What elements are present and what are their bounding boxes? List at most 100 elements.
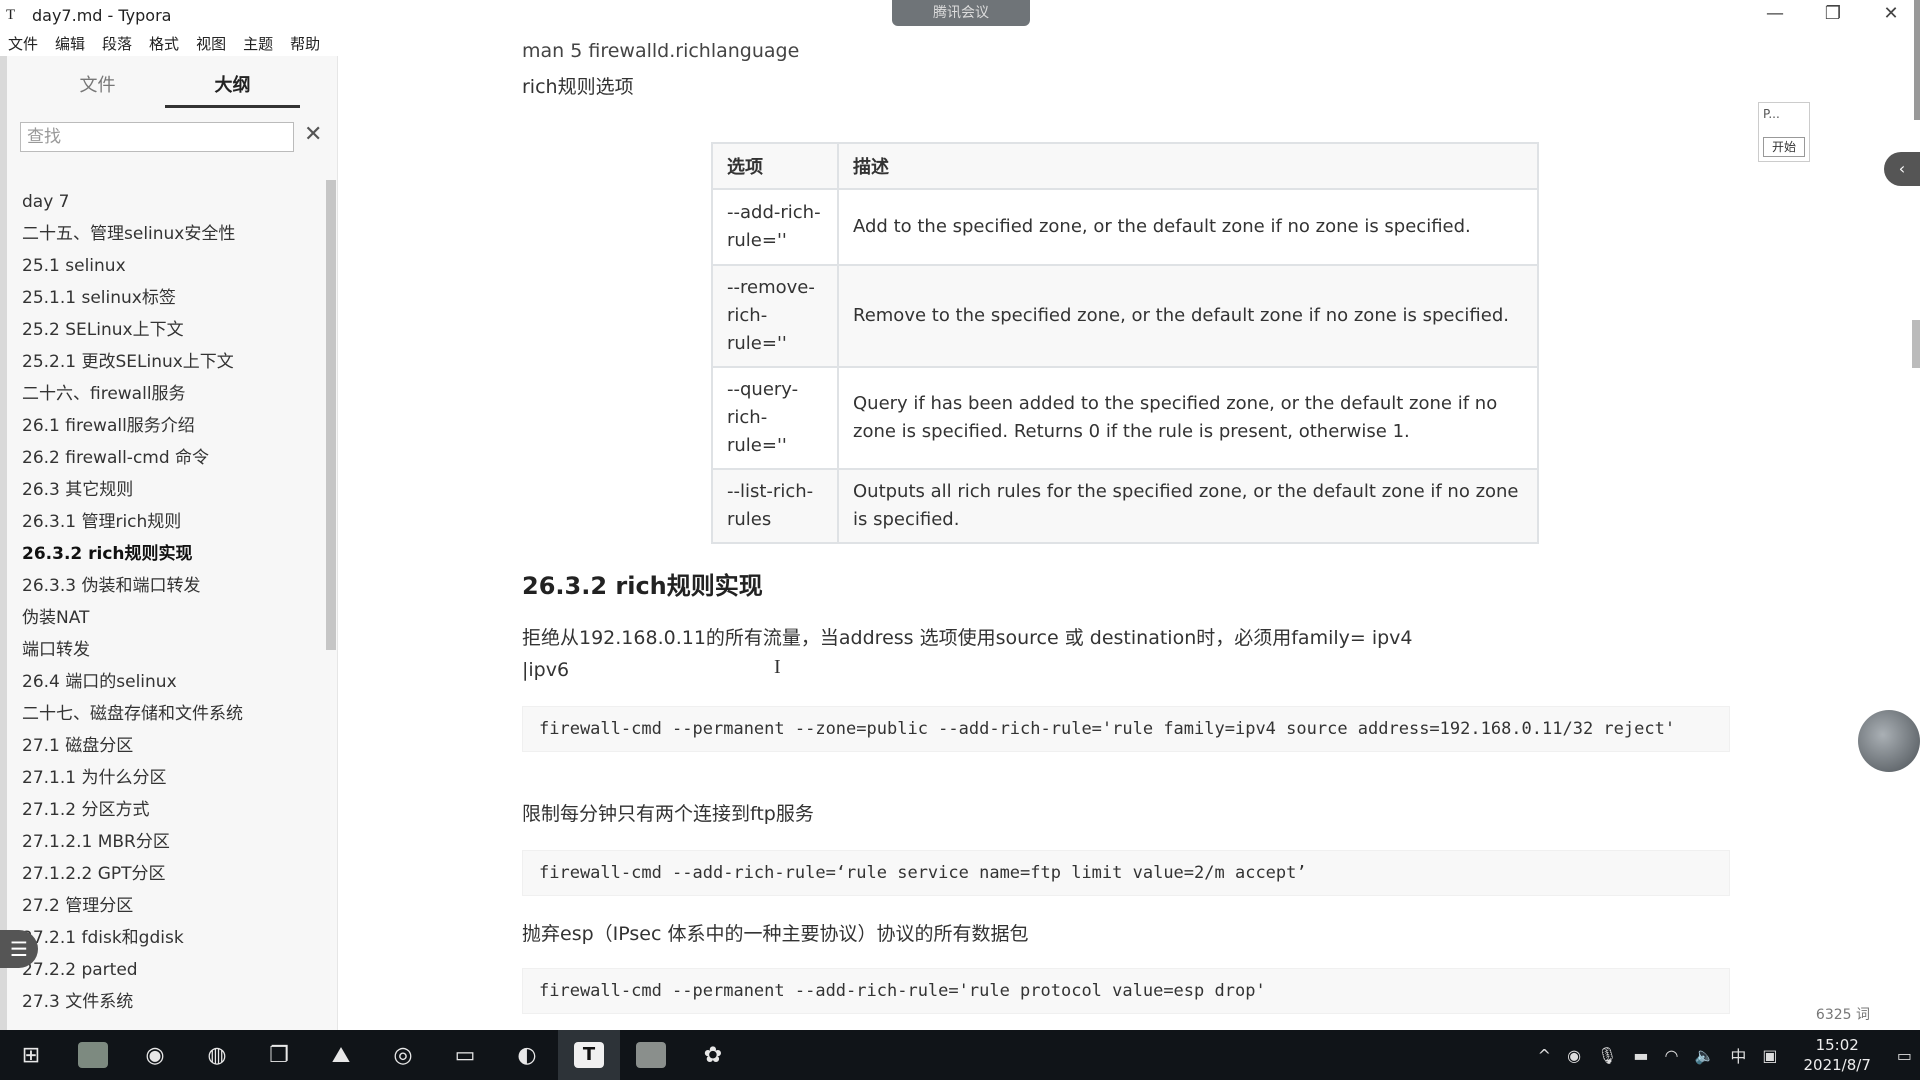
- window-title: day7.md - Typora: [32, 5, 172, 25]
- file-explorer-icon[interactable]: ▭: [434, 1030, 496, 1080]
- start-button[interactable]: 开始: [1763, 137, 1805, 157]
- word-count[interactable]: 6325 词: [1816, 1004, 1870, 1024]
- outline-item[interactable]: 27.2 管理分区: [22, 890, 322, 922]
- floating-widget[interactable]: P... 开始: [1758, 102, 1810, 162]
- menu-file[interactable]: 文件: [8, 33, 38, 54]
- avatar[interactable]: [1858, 710, 1920, 772]
- table-row: --list-rich-rules Outputs all rich rules…: [711, 468, 1539, 544]
- image-app-icon[interactable]: [620, 1030, 682, 1080]
- outline-item[interactable]: 27.1.2 分区方式: [22, 794, 322, 826]
- sidebar: 文件 大纲 查找 ✕ day 7 二十五、管理selinux安全性 25.1 sel…: [0, 56, 347, 1080]
- typora-icon[interactable]: T: [558, 1030, 620, 1080]
- close-icon[interactable]: ✕: [304, 122, 322, 147]
- menu-help[interactable]: 帮助: [290, 33, 320, 54]
- vm-icon[interactable]: ❐: [248, 1030, 310, 1080]
- photos-icon[interactable]: ⛰: [310, 1030, 372, 1080]
- outline-item[interactable]: 27.1.2.1 MBR分区: [22, 826, 322, 858]
- partial-text-line: man 5 firewalld.richlanguage: [522, 40, 800, 62]
- typora-app-icon: T: [6, 6, 16, 23]
- outline-item[interactable]: 端口转发: [22, 634, 322, 666]
- table-cell-description: Remove to the specified zone, or the def…: [837, 264, 1539, 368]
- app-tray-icon[interactable]: ▣: [1762, 1046, 1777, 1065]
- chrome-icon[interactable]: ◉: [124, 1030, 186, 1080]
- menu-bar: 文件 编辑 段落 格式 视图 主题 帮助: [0, 30, 329, 56]
- table-cell-description: Query if has been added to the specified…: [837, 366, 1539, 470]
- outline-item[interactable]: 二十六、firewall服务: [22, 378, 322, 410]
- outline-item[interactable]: 27.2.2 parted: [22, 954, 322, 986]
- outline-item[interactable]: day 7: [22, 186, 322, 218]
- meeting-icon[interactable]: ✿: [682, 1030, 744, 1080]
- edge-icon[interactable]: ◐: [496, 1030, 558, 1080]
- code-block-ftp-limit[interactable]: firewall-cmd --add-rich-rule=‘rule servi…: [522, 850, 1730, 896]
- outline-item[interactable]: 26.4 端口的selinux: [22, 666, 322, 698]
- volume-icon[interactable]: 🔈: [1694, 1046, 1714, 1065]
- outline-item[interactable]: 26.2 firewall-cmd 命令: [22, 442, 322, 474]
- outline-item[interactable]: 25.2 SELinux上下文: [22, 314, 322, 346]
- chevron-up-icon[interactable]: ^: [1538, 1046, 1551, 1065]
- outline-item[interactable]: 25.2.1 更改SELinux上下文: [22, 346, 322, 378]
- outline-item[interactable]: 25.1.1 selinux标签: [22, 282, 322, 314]
- text-cursor-icon: I: [774, 656, 781, 678]
- title-bar: T day7.md - Typora 腾讯会议 — ❐ ✕: [0, 0, 1920, 30]
- outline-item[interactable]: 27.3 文件系统: [22, 986, 322, 1018]
- rich-options-table: 选项 描述 --add-rich-rule='' Add to the spec…: [711, 142, 1539, 544]
- meeting-indicator[interactable]: 腾讯会议: [892, 0, 1030, 26]
- menu-theme[interactable]: 主题: [243, 33, 273, 54]
- minimize-button[interactable]: —: [1746, 0, 1804, 30]
- editor-scrollbar[interactable]: [1912, 320, 1920, 368]
- typora-window: T day7.md - Typora 腾讯会议 — ❐ ✕ 文件 编辑 段落 格…: [0, 0, 1920, 1080]
- outline-tree: day 7 二十五、管理selinux安全性 25.1 selinux 25.1.1 …: [22, 186, 322, 1018]
- input-method-label[interactable]: 中: [1730, 1043, 1746, 1067]
- clock[interactable]: 15:02 2021/8/7: [1804, 1035, 1871, 1075]
- menu-edit[interactable]: 编辑: [55, 33, 85, 54]
- paragraph-reject-line2: |ipv6: [522, 659, 570, 681]
- maximize-button[interactable]: ❐: [1804, 0, 1862, 30]
- menu-format[interactable]: 格式: [149, 33, 179, 54]
- table-cell-option: --remove-rich-rule='': [711, 264, 839, 368]
- outline-item[interactable]: 26.3.3 伪装和端口转发: [22, 570, 322, 602]
- sidebar-scrollbar[interactable]: [326, 180, 336, 650]
- menu-view[interactable]: 视图: [196, 33, 226, 54]
- menu-paragraph[interactable]: 段落: [102, 33, 132, 54]
- outline-item[interactable]: 26.3.2 rich规则实现: [22, 538, 322, 570]
- outline-item[interactable]: 25.1 selinux: [22, 250, 322, 282]
- battery-icon[interactable]: ▬: [1633, 1046, 1648, 1065]
- left-window-edge: [0, 56, 7, 1030]
- tab-files[interactable]: 文件: [30, 70, 165, 108]
- clock-date: 2021/8/7: [1803, 1056, 1871, 1074]
- table-header-description: 描述: [837, 142, 1539, 190]
- outline-item[interactable]: 二十五、管理selinux安全性: [22, 218, 322, 250]
- image-app-icon[interactable]: [62, 1030, 124, 1080]
- notification-icon[interactable]: ▭: [1897, 1046, 1912, 1065]
- table-cell-option: --query-rich-rule='': [711, 366, 839, 470]
- tab-outline[interactable]: 大纲: [165, 70, 300, 108]
- table-cell-option: --add-rich-rule='': [711, 188, 839, 266]
- code-block-reject[interactable]: firewall-cmd --permanent --zone=public -…: [522, 706, 1730, 752]
- code-block-esp-drop[interactable]: firewall-cmd --permanent --add-rich-rule…: [522, 968, 1730, 1014]
- clock-time: 15:02: [1815, 1036, 1859, 1054]
- chevron-left-icon[interactable]: ‹: [1884, 152, 1920, 186]
- outline-item[interactable]: 27.1.2.2 GPT分区: [22, 858, 322, 890]
- table-cell-option: --list-rich-rules: [711, 468, 839, 544]
- outline-item[interactable]: 27.1.1 为什么分区: [22, 762, 322, 794]
- outline-item[interactable]: 26.3 其它规则: [22, 474, 322, 506]
- outline-item[interactable]: 27.1 磁盘分区: [22, 730, 322, 762]
- floating-menu-icon[interactable]: ☰: [0, 930, 38, 968]
- table-cell-description: Add to the specified zone, or the defaul…: [837, 188, 1539, 266]
- close-button[interactable]: ✕: [1862, 0, 1920, 30]
- editor-area[interactable]: man 5 firewalld.richlanguage rich规则选项 选项…: [338, 40, 1920, 1030]
- widget-text: P...: [1763, 107, 1780, 121]
- outline-item[interactable]: 26.1 firewall服务介绍: [22, 410, 322, 442]
- windows-start-icon[interactable]: ⊞: [0, 1030, 62, 1080]
- microphone-icon[interactable]: 🎙: [1597, 1046, 1617, 1065]
- outline-search-input[interactable]: 查找: [20, 122, 294, 152]
- outline-item[interactable]: 27.2.1 fdisk和gdisk: [22, 922, 322, 954]
- outline-item[interactable]: 26.3.1 管理rich规则: [22, 506, 322, 538]
- wechat-icon[interactable]: ◍: [186, 1030, 248, 1080]
- wifi-icon[interactable]: ◠: [1664, 1046, 1678, 1065]
- outline-item[interactable]: 二十七、磁盘存储和文件系统: [22, 698, 322, 730]
- taskbar: ⊞ ◉ ◍ ❐ ⛰ ◎ ▭ ◐ T ✿ ^ ◉ 🎙 ▬ ◠ 🔈 中 ▣ 15:0…: [0, 1030, 1920, 1080]
- security-icon[interactable]: ◉: [1567, 1046, 1581, 1065]
- outline-item[interactable]: 伪装NAT: [22, 602, 322, 634]
- netease-music-icon[interactable]: ◎: [372, 1030, 434, 1080]
